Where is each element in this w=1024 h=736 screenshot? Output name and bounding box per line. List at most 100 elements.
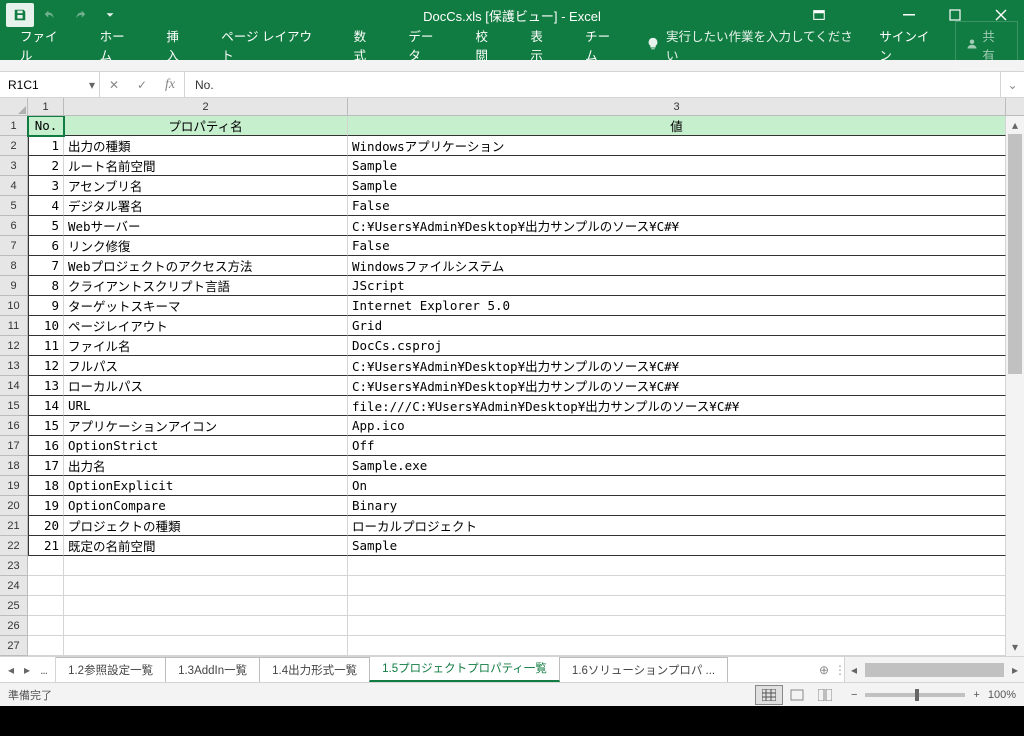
cell[interactable]: 5 bbox=[28, 216, 64, 236]
new-sheet-button[interactable]: ⊕ bbox=[812, 657, 836, 682]
cell[interactable]: 7 bbox=[28, 256, 64, 276]
page-break-view-icon[interactable] bbox=[811, 685, 839, 705]
scroll-right-icon[interactable]: ▸ bbox=[1006, 663, 1024, 677]
sheet-tab[interactable]: 1.3AddIn一覧 bbox=[165, 657, 260, 682]
share-button[interactable]: 共有 bbox=[955, 21, 1018, 69]
row-header[interactable]: 6 bbox=[0, 216, 28, 236]
cell[interactable]: 6 bbox=[28, 236, 64, 256]
cell[interactable]: ローカルパス bbox=[64, 376, 348, 396]
cell[interactable]: URL bbox=[64, 396, 348, 416]
cell[interactable]: Sample.exe bbox=[348, 456, 1006, 476]
cell[interactable]: 19 bbox=[28, 496, 64, 516]
row-header[interactable]: 27 bbox=[0, 636, 28, 656]
scroll-down-icon[interactable]: ▾ bbox=[1006, 638, 1024, 656]
row-header[interactable]: 16 bbox=[0, 416, 28, 436]
redo-icon[interactable] bbox=[66, 3, 94, 27]
cell[interactable]: False bbox=[348, 196, 1006, 216]
row-header[interactable]: 25 bbox=[0, 596, 28, 616]
sheet-nav-prev-icon[interactable]: ◂ bbox=[8, 663, 14, 677]
cell[interactable] bbox=[28, 556, 64, 576]
cell[interactable]: No. bbox=[28, 116, 64, 136]
cell[interactable]: Webプロジェクトのアクセス方法 bbox=[64, 256, 348, 276]
cell[interactable]: 3 bbox=[28, 176, 64, 196]
cell[interactable]: C:¥Users¥Admin¥Desktop¥出力サンプルのソース¥C#¥ bbox=[348, 356, 1006, 376]
sheet-tab[interactable]: 1.6ソリューションプロパ ... bbox=[559, 657, 728, 682]
column-header-3[interactable]: 3 bbox=[348, 98, 1006, 116]
enter-formula-icon[interactable]: ✓ bbox=[128, 78, 156, 92]
cell[interactable]: デジタル署名 bbox=[64, 196, 348, 216]
cell[interactable]: 出力の種類 bbox=[64, 136, 348, 156]
cell[interactable] bbox=[64, 556, 348, 576]
select-all-corner[interactable] bbox=[0, 98, 28, 116]
cell[interactable] bbox=[28, 636, 64, 656]
cell[interactable] bbox=[28, 576, 64, 596]
row-header[interactable]: 1 bbox=[0, 116, 28, 136]
cancel-formula-icon[interactable]: ✕ bbox=[100, 78, 128, 92]
cell[interactable] bbox=[64, 616, 348, 636]
cell[interactable]: 15 bbox=[28, 416, 64, 436]
cell[interactable]: ページレイアウト bbox=[64, 316, 348, 336]
cell[interactable]: Windowsアプリケーション bbox=[348, 136, 1006, 156]
scroll-left-icon[interactable]: ◂ bbox=[845, 663, 863, 677]
cell[interactable] bbox=[348, 556, 1006, 576]
row-header[interactable]: 22 bbox=[0, 536, 28, 556]
row-header[interactable]: 10 bbox=[0, 296, 28, 316]
cell[interactable]: Windowsファイルシステム bbox=[348, 256, 1006, 276]
cell[interactable]: 1 bbox=[28, 136, 64, 156]
cell[interactable] bbox=[348, 616, 1006, 636]
scrollbar-thumb[interactable] bbox=[1008, 134, 1022, 374]
cell[interactable]: Binary bbox=[348, 496, 1006, 516]
row-header[interactable]: 12 bbox=[0, 336, 28, 356]
row-header[interactable]: 3 bbox=[0, 156, 28, 176]
cell[interactable]: 18 bbox=[28, 476, 64, 496]
cell[interactable] bbox=[64, 576, 348, 596]
cell[interactable] bbox=[348, 576, 1006, 596]
sheet-nav-more[interactable]: ... bbox=[40, 663, 47, 677]
cell[interactable]: 17 bbox=[28, 456, 64, 476]
cell[interactable]: App.ico bbox=[348, 416, 1006, 436]
row-header[interactable]: 17 bbox=[0, 436, 28, 456]
cell[interactable]: C:¥Users¥Admin¥Desktop¥出力サンプルのソース¥C#¥ bbox=[348, 216, 1006, 236]
row-header[interactable]: 26 bbox=[0, 616, 28, 636]
cell[interactable]: プロパティ名 bbox=[64, 116, 348, 136]
row-header[interactable]: 19 bbox=[0, 476, 28, 496]
row-header[interactable]: 24 bbox=[0, 576, 28, 596]
cell[interactable] bbox=[28, 596, 64, 616]
row-header[interactable]: 13 bbox=[0, 356, 28, 376]
cell[interactable]: 出力名 bbox=[64, 456, 348, 476]
column-header-2[interactable]: 2 bbox=[64, 98, 348, 116]
cell[interactable]: 21 bbox=[28, 536, 64, 556]
insert-function-icon[interactable]: fx bbox=[156, 77, 184, 93]
cell[interactable]: Sample bbox=[348, 156, 1006, 176]
cell[interactable]: C:¥Users¥Admin¥Desktop¥出力サンプルのソース¥C#¥ bbox=[348, 376, 1006, 396]
tell-me-search[interactable]: 実行したい作業を入力してください bbox=[646, 26, 863, 64]
cell[interactable] bbox=[348, 596, 1006, 616]
expand-formula-bar-icon[interactable]: ⌄ bbox=[1000, 72, 1024, 97]
cell[interactable]: 8 bbox=[28, 276, 64, 296]
cell[interactable]: ルート名前空間 bbox=[64, 156, 348, 176]
cell[interactable]: 20 bbox=[28, 516, 64, 536]
normal-view-icon[interactable] bbox=[755, 685, 783, 705]
cell[interactable]: False bbox=[348, 236, 1006, 256]
cell[interactable]: 10 bbox=[28, 316, 64, 336]
cell[interactable]: Sample bbox=[348, 536, 1006, 556]
cell[interactable] bbox=[348, 636, 1006, 656]
sheet-tab[interactable]: 1.5プロジェクトプロパティ一覧 bbox=[369, 657, 560, 682]
row-header[interactable]: 15 bbox=[0, 396, 28, 416]
zoom-percent[interactable]: 100% bbox=[988, 689, 1016, 701]
cell[interactable] bbox=[64, 596, 348, 616]
row-header[interactable]: 5 bbox=[0, 196, 28, 216]
row-header[interactable]: 7 bbox=[0, 236, 28, 256]
cell[interactable]: プロジェクトの種類 bbox=[64, 516, 348, 536]
save-icon[interactable] bbox=[6, 3, 34, 27]
undo-icon[interactable] bbox=[36, 3, 64, 27]
cell[interactable]: 9 bbox=[28, 296, 64, 316]
sheet-nav-next-icon[interactable]: ▸ bbox=[24, 663, 30, 677]
row-header[interactable]: 23 bbox=[0, 556, 28, 576]
row-header[interactable]: 2 bbox=[0, 136, 28, 156]
cell[interactable]: 12 bbox=[28, 356, 64, 376]
cell[interactable]: DocCs.csproj bbox=[348, 336, 1006, 356]
scroll-up-icon[interactable]: ▴ bbox=[1006, 116, 1024, 134]
cell[interactable]: file:///C:¥Users¥Admin¥Desktop¥出力サンプルのソー… bbox=[348, 396, 1006, 416]
row-header[interactable]: 9 bbox=[0, 276, 28, 296]
